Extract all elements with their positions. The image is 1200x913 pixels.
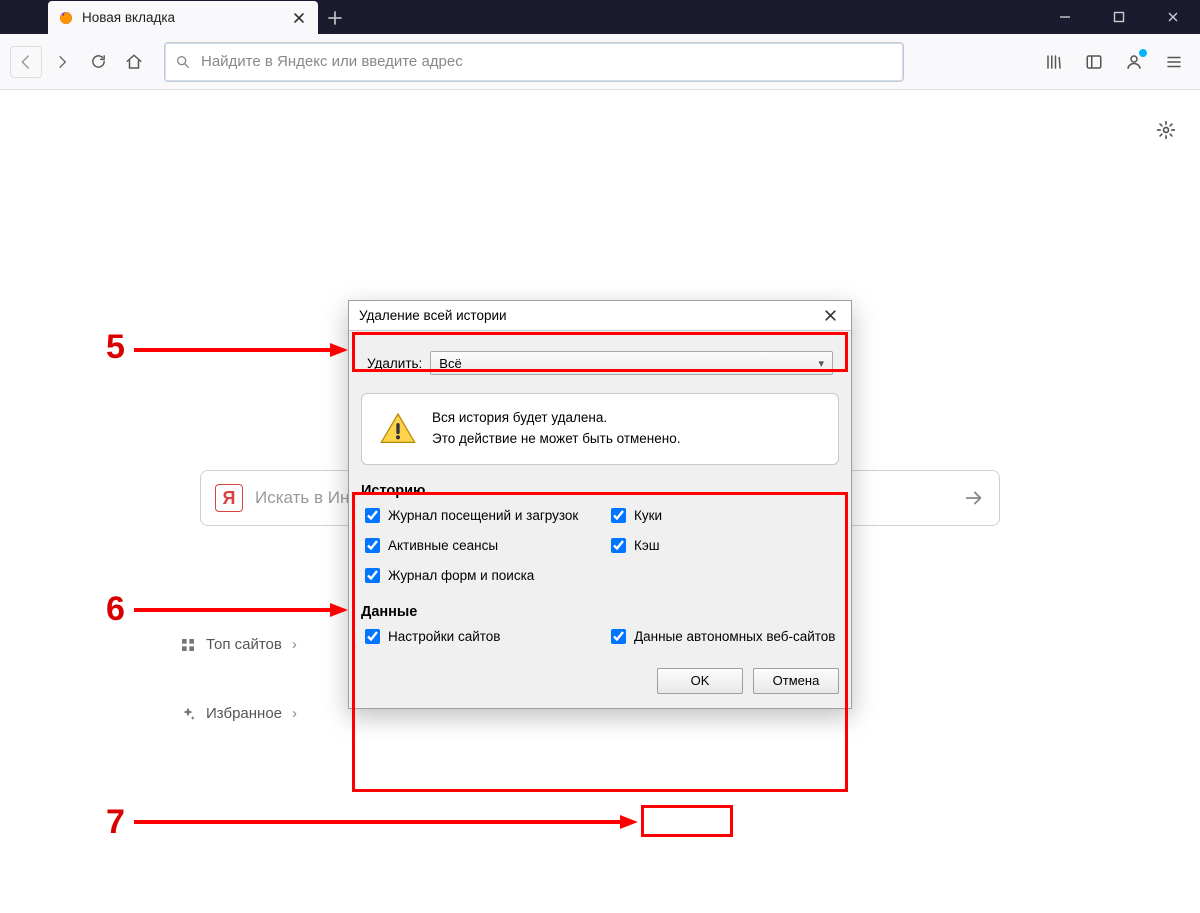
annotation-6: 6: [106, 590, 125, 629]
warning-box: Вся история будет удалена. Это действие …: [361, 393, 839, 465]
check-offline[interactable]: Данные автономных веб-сайтов: [611, 628, 839, 646]
search-icon: [175, 54, 191, 70]
time-range-select[interactable]: Всё ▾: [430, 351, 833, 375]
warning-line-2: Это действие не может быть отменено.: [432, 429, 680, 450]
library-button[interactable]: [1038, 46, 1070, 78]
check-forms-label: Журнал форм и поиска: [388, 567, 534, 585]
warning-icon: [378, 409, 418, 449]
arrow-right-icon: [963, 487, 985, 509]
annotation-5: 5: [106, 328, 125, 367]
group-data-title: Данные: [361, 604, 839, 620]
check-browsing-label: Журнал посещений и загрузок: [388, 507, 578, 525]
warning-line-1: Вся история будет удалена.: [432, 408, 680, 429]
window-controls: [1038, 0, 1200, 34]
home-links: Топ сайтов › Избранное ›: [180, 628, 297, 730]
favorites-link[interactable]: Избранное ›: [180, 697, 297, 730]
check-sessions-box[interactable]: [365, 538, 380, 553]
home-button[interactable]: [118, 46, 150, 78]
check-cookies[interactable]: Куки: [611, 507, 839, 525]
tab-title: Новая вкладка: [82, 10, 282, 25]
firefox-favicon-icon: [58, 10, 74, 26]
dialog-body: Удалить: Всё ▾ Вся история будет удалена…: [349, 331, 851, 708]
dialog-close-button[interactable]: [820, 307, 841, 324]
urlbar-placeholder: Найдите в Яндекс или введите адрес: [201, 53, 463, 70]
yandex-logo-letter: Я: [223, 488, 236, 509]
forward-button[interactable]: [46, 46, 78, 78]
data-checks: Настройки сайтов Данные автономных веб-с…: [361, 628, 839, 646]
time-range-row: Удалить: Всё ▾: [361, 343, 839, 383]
warning-text: Вся история будет удалена. Это действие …: [432, 408, 680, 450]
check-offline-label: Данные автономных веб-сайтов: [634, 628, 835, 646]
check-site-settings[interactable]: Настройки сайтов: [365, 628, 593, 646]
check-offline-box[interactable]: [611, 629, 626, 644]
time-range-label: Удалить:: [367, 356, 422, 371]
check-forms-box[interactable]: [365, 568, 380, 583]
tabstrip: Новая вкладка: [0, 0, 352, 34]
check-cache-box[interactable]: [611, 538, 626, 553]
favorites-label: Избранное: [206, 705, 282, 722]
window-close-button[interactable]: [1146, 0, 1200, 34]
check-sessions[interactable]: Активные сеансы: [365, 537, 593, 555]
check-browsing-box[interactable]: [365, 508, 380, 523]
sidebar-button[interactable]: [1078, 46, 1110, 78]
gear-icon: [1156, 120, 1176, 140]
time-range-value: Всё: [439, 356, 461, 371]
menu-button[interactable]: [1158, 46, 1190, 78]
reload-button[interactable]: [82, 46, 114, 78]
dialog-actions: OK Отмена: [361, 668, 839, 694]
check-cache-label: Кэш: [634, 537, 660, 555]
check-forms[interactable]: Журнал форм и поиска: [365, 567, 593, 585]
titlebar: Новая вкладка: [0, 0, 1200, 34]
group-history-title: Историю: [361, 483, 839, 499]
check-cookies-box[interactable]: [611, 508, 626, 523]
newtab-settings-button[interactable]: [1156, 120, 1176, 140]
url-bar[interactable]: Найдите в Яндекс или введите адрес: [164, 42, 904, 82]
check-browsing[interactable]: Журнал посещений и загрузок: [365, 507, 593, 525]
top-sites-link[interactable]: Топ сайтов ›: [180, 628, 297, 661]
toolbar-right: [1038, 46, 1190, 78]
top-sites-label: Топ сайтов: [206, 636, 282, 653]
clear-history-dialog: Удаление всей истории Удалить: Всё ▾ Вся…: [348, 300, 852, 709]
new-tab-button[interactable]: [318, 1, 352, 34]
check-site-settings-box[interactable]: [365, 629, 380, 644]
window-minimize-button[interactable]: [1038, 0, 1092, 34]
cancel-button[interactable]: Отмена: [753, 668, 839, 694]
chevron-down-icon: ▾: [818, 357, 824, 370]
grid-icon: [180, 637, 196, 653]
sparkle-icon: [180, 706, 196, 722]
back-button[interactable]: [10, 46, 42, 78]
check-sessions-label: Активные сеансы: [388, 537, 498, 555]
history-checks: Журнал посещений и загрузок Куки Активны…: [361, 507, 839, 586]
check-cookies-label: Куки: [634, 507, 662, 525]
yandex-logo-icon: Я: [215, 484, 243, 512]
check-cache[interactable]: Кэш: [611, 537, 839, 555]
toolbar: Найдите в Яндекс или введите адрес: [0, 34, 1200, 90]
chevron-right-icon: ›: [292, 705, 297, 722]
account-button[interactable]: [1118, 46, 1150, 78]
active-tab[interactable]: Новая вкладка: [48, 1, 318, 34]
window-maximize-button[interactable]: [1092, 0, 1146, 34]
ok-button[interactable]: OK: [657, 668, 743, 694]
check-site-settings-label: Настройки сайтов: [388, 628, 500, 646]
dialog-titlebar: Удаление всей истории: [349, 301, 851, 331]
chevron-right-icon: ›: [292, 636, 297, 653]
tab-close-button[interactable]: [290, 9, 308, 27]
dialog-title: Удаление всей истории: [359, 308, 507, 323]
annotation-7: 7: [106, 803, 125, 842]
